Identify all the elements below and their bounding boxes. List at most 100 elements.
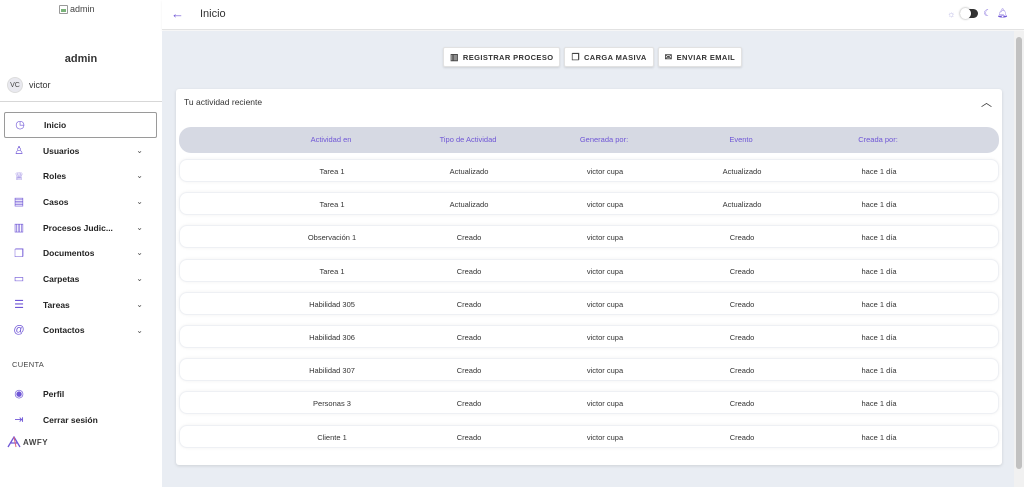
list-icon: ☰ [14, 299, 24, 312]
table-cell: Creado [456, 266, 482, 276]
table-cell: victor cupa [586, 266, 624, 276]
table-cell: Actualizado [722, 167, 762, 176]
sidebar-item-label: Contactos [43, 325, 85, 336]
building-icon: ▥ [450, 51, 459, 62]
account-menu: ◉ Perfil ⇥ Cerrar sesión [4, 381, 157, 432]
table-cell: Creado [729, 432, 755, 442]
sidebar-item-2[interactable]: ♙ Usuarios ⌄ [4, 138, 157, 164]
building-icon: ▥ [13, 222, 25, 235]
table-cell: Habilidad 305 [309, 299, 355, 309]
table-cell: Tarea 1 [319, 200, 345, 210]
collapse-chevron-icon[interactable]: ︿ [981, 94, 992, 110]
user-icon: ♙ [14, 145, 24, 158]
page-title: Inicio [200, 8, 226, 20]
action-bar: ▥ REGISTRAR PROCESO ❐ CARGA MASIVA ✉ ENVIAR E… [443, 47, 743, 67]
logout-icon: ⇥ [14, 414, 24, 427]
table-cell: victor cupa [586, 366, 624, 376]
table-cell: Habilidad 306 [309, 333, 355, 342]
trophy-icon: ♕ [14, 170, 24, 183]
column-header[interactable]: Actividad en [271, 135, 391, 144]
user-info: VC victor [7, 77, 51, 93]
activity-title: Tu actividad reciente [184, 97, 263, 107]
chevron-down-icon[interactable]: ⌄ [136, 146, 143, 155]
table-cell: Creado [456, 366, 482, 376]
action-button-2[interactable]: ❐ CARGA MASIVA [564, 47, 654, 67]
action-button-3[interactable]: ✉ ENVIAR EMAIL [657, 47, 743, 67]
table-cell: hace 1 día [861, 399, 897, 409]
admin-title: admin [64, 53, 98, 65]
back-arrow-icon[interactable]: ← [171, 6, 184, 21]
avatar: VC [7, 77, 23, 93]
chevron-down-icon[interactable]: ⌄ [136, 171, 143, 180]
scrollbar[interactable] [1014, 31, 1024, 487]
table-cell: hace 1 día [861, 167, 897, 176]
table-row[interactable]: Cliente 1 Creado victor cupa Creado hace 1 d… [179, 424, 999, 448]
chevron-down-icon[interactable]: ⌄ [136, 274, 143, 283]
mail-icon: ✉ [664, 51, 673, 62]
table-row[interactable]: Tarea 1 Creado victor cupa Creado hace 1 día [179, 258, 999, 282]
sidebar-item-9[interactable]: @ Contactos ⌄ [4, 318, 157, 344]
table-cell: Creado [729, 399, 755, 409]
table-cell: Creado [456, 233, 482, 243]
sun-icon: ☼ [947, 8, 956, 19]
table-cell: Habilidad 307 [309, 366, 355, 376]
sidebar-item-6[interactable]: ❐ Documentos ⌄ [4, 240, 157, 266]
table-cell: victor cupa [586, 432, 624, 442]
table-row[interactable]: Tarea 1 Actualizado victor cupa Actualizado… [179, 159, 999, 182]
chevron-down-icon[interactable]: ⌄ [136, 248, 143, 257]
chevron-down-icon[interactable]: ⌄ [136, 326, 143, 335]
sidebar-item-label: Usuarios [43, 145, 80, 156]
sidebar-item-label: Inicio [44, 119, 67, 130]
table-row[interactable]: Observación 1 Creado victor cupa Creado hace… [179, 225, 999, 249]
table-cell: hace 1 día [861, 432, 897, 442]
table-cell: victor cupa [586, 200, 624, 210]
action-button-label: REGISTRAR PROCESO [462, 52, 554, 62]
chevron-down-icon[interactable]: ⌄ [136, 300, 143, 309]
sidebar-item-4[interactable]: ▤ Casos ⌄ [4, 189, 157, 215]
clock-icon: ◷ [15, 119, 25, 132]
table-row[interactable]: Tarea 1 Actualizado victor cupa Actualizado… [179, 192, 999, 216]
account-item-1[interactable]: ◉ Perfil [4, 381, 157, 407]
column-header[interactable]: Creada por: [818, 135, 938, 144]
account-item-2[interactable]: ⇥ Cerrar sesión [4, 407, 157, 433]
table-cell: hace 1 día [861, 366, 897, 376]
table-cell: Actualizado [449, 200, 489, 210]
table-cell: Cliente 1 [317, 432, 347, 442]
column-header[interactable]: Generada por: [544, 135, 664, 144]
action-button-label: CARGA MASIVA [583, 52, 647, 62]
table-cell: hace 1 día [861, 266, 897, 276]
sidebar-item-8[interactable]: ☰ Tareas ⌄ [4, 292, 157, 318]
sidebar-item-label: Roles [43, 171, 67, 182]
section-label-cuenta: CUENTA [12, 360, 45, 369]
table-cell: Creado [456, 333, 482, 342]
sidebar-item-5[interactable]: ▥ Procesos Judic... ⌄ [4, 215, 157, 241]
table-row[interactable]: Habilidad 305 Creado victor cupa Creado hace… [179, 291, 999, 315]
column-header[interactable]: Tipo de Actividad [408, 135, 528, 144]
sidebar-item-3[interactable]: ♕ Roles ⌄ [4, 163, 157, 189]
table-cell: Creado [729, 333, 755, 342]
moon-icon: ☾ [983, 8, 992, 18]
bell-icon[interactable]: 🔔︎ [997, 8, 1008, 19]
table-row[interactable]: Habilidad 306 Creado victor cupa Creado hace… [179, 325, 999, 348]
sidebar-item-7[interactable]: ▭ Carpetas ⌄ [4, 266, 157, 292]
table-cell: Creado [729, 266, 755, 276]
sidebar-item-1[interactable]: ◷ Inicio [4, 112, 157, 138]
table-cell: Tarea 1 [319, 266, 345, 276]
table-cell: Tarea 1 [319, 167, 345, 176]
table-row[interactable]: Habilidad 307 Creado victor cupa Creado hace… [179, 358, 999, 382]
table-cell: hace 1 día [861, 333, 897, 342]
brand-mark-icon [7, 436, 21, 448]
brand-logo: AWFY [7, 436, 48, 448]
theme-toggle[interactable] [960, 8, 979, 19]
table-cell: hace 1 día [861, 233, 897, 243]
action-button-1[interactable]: ▥ REGISTRAR PROCESO [443, 47, 561, 67]
column-header[interactable]: Evento [681, 135, 801, 144]
table-cell: Creado [729, 299, 755, 309]
scrollbar-thumb[interactable] [1016, 37, 1022, 469]
table-row[interactable]: Personas 3 Creado victor cupa Creado hace 1 … [179, 391, 999, 415]
sidebar-item-label: Carpetas [43, 273, 80, 284]
chevron-down-icon[interactable]: ⌄ [136, 197, 143, 206]
chevron-down-icon[interactable]: ⌄ [136, 223, 143, 232]
table-cell: victor cupa [586, 333, 624, 342]
table-cell: Actualizado [449, 167, 489, 176]
